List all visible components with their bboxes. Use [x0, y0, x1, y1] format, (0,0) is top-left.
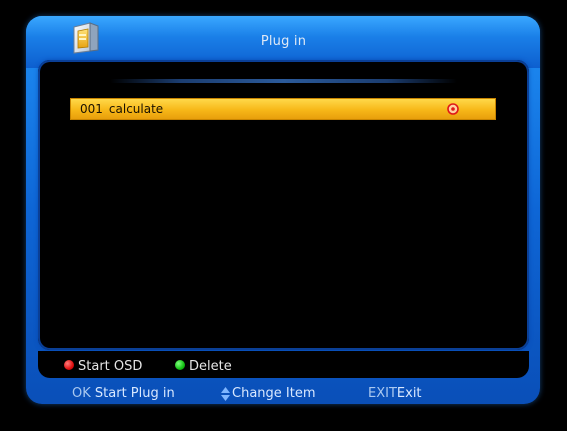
exit-action-label: Exit	[396, 386, 422, 401]
plugin-item-name: calculate	[108, 102, 164, 116]
plugin-item-text: 001 calculate	[80, 102, 163, 116]
page-title: Plug in	[260, 34, 307, 49]
exit-key-label: EXIT	[368, 386, 397, 401]
ok-action-label: Start Plug in	[94, 386, 175, 401]
panel-divider	[110, 79, 457, 83]
up-down-arrow-icon	[221, 387, 230, 401]
ok-key-label: OK	[72, 386, 91, 401]
green-key-icon	[175, 360, 185, 370]
start-osd-hint[interactable]: Start OSD	[78, 359, 142, 375]
change-item-hint[interactable]: Change Item	[232, 386, 316, 402]
ok-start-plugin-hint[interactable]: OK Start Plug in	[72, 386, 175, 402]
plugin-list-item[interactable]: 001 calculate	[70, 98, 496, 120]
plugin-screen: Plug in 001 calculate Start OSD Delete OK…	[0, 0, 567, 431]
exit-hint[interactable]: EXITExit	[368, 386, 422, 402]
red-circle-marker-icon	[447, 103, 459, 115]
red-key-icon	[64, 360, 74, 370]
delete-hint[interactable]: Delete	[189, 359, 232, 375]
plugin-item-number: 001	[80, 102, 103, 116]
